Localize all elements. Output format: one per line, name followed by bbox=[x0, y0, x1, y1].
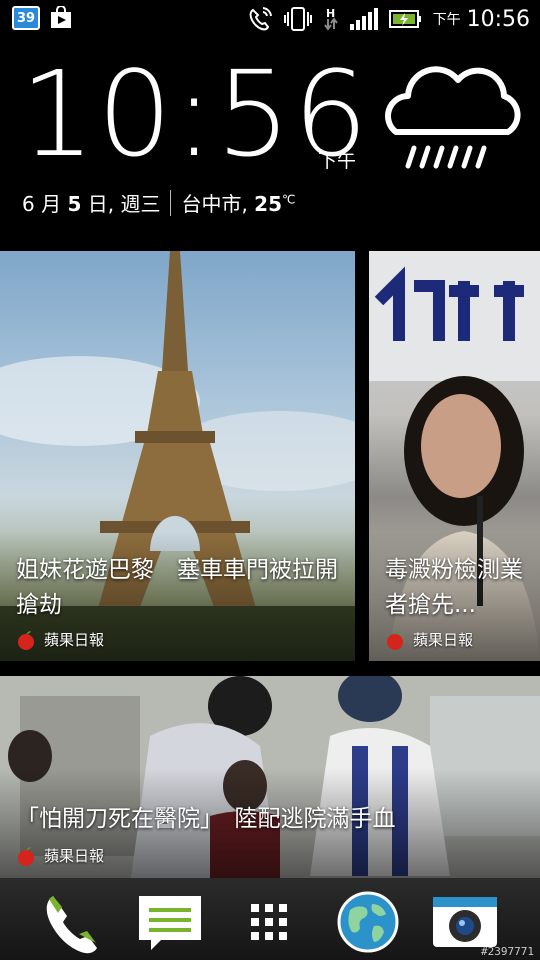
status-ampm: 下午 bbox=[432, 12, 461, 28]
signal-icon bbox=[349, 8, 378, 30]
vibrate-icon bbox=[283, 7, 312, 31]
hspa-data-icon: H bbox=[323, 7, 338, 31]
status-bar: 39 H 下午 10:56 bbox=[0, 0, 540, 38]
apple-daily-icon bbox=[18, 846, 34, 866]
apple-daily-icon bbox=[18, 630, 34, 650]
news-source: 蘋果日報 bbox=[16, 629, 104, 650]
battery-charging-icon bbox=[388, 10, 421, 28]
status-time: 10:56 bbox=[466, 6, 530, 32]
news-tile[interactable]: 「怕開刀死在醫院」 陸配逃院滿手血 蘋果日報 bbox=[0, 676, 540, 878]
date-location-line: 6 月 5 日, 週三 台中市, 25℃ bbox=[22, 188, 296, 217]
news-headline[interactable]: 毒澱粉檢測業者搶先... bbox=[385, 553, 535, 623]
news-tile[interactable]: 姐妹花遊巴黎 塞車車門被拉開搶劫 蘋果日報 bbox=[0, 251, 355, 661]
play-store-icon[interactable] bbox=[48, 6, 74, 30]
news-tile[interactable]: 毒澱粉檢測業者搶先... 蘋果日報 bbox=[369, 251, 540, 661]
rain-cloud-icon[interactable] bbox=[378, 62, 528, 182]
watermark: #2397771 bbox=[481, 945, 534, 958]
browser-globe-icon[interactable] bbox=[333, 890, 403, 954]
messages-icon[interactable] bbox=[135, 890, 205, 954]
news-headline[interactable]: 姐妹花遊巴黎 塞車車門被拉開搶劫 bbox=[16, 553, 346, 623]
dock: #2397771 bbox=[0, 878, 540, 960]
app-drawer-icon[interactable] bbox=[234, 890, 304, 954]
news-source: 蘋果日報 bbox=[385, 629, 473, 650]
call-forwarding-icon bbox=[249, 7, 272, 31]
date-text: 6 月 5 日, 週三 bbox=[22, 192, 161, 216]
phone-icon[interactable] bbox=[36, 890, 106, 954]
news-headline[interactable]: 「怕開刀死在醫院」 陸配逃院滿手血 bbox=[16, 802, 526, 837]
notification-badge[interactable]: 39 bbox=[12, 6, 40, 30]
date-separator bbox=[170, 189, 172, 216]
news-source: 蘋果日報 bbox=[16, 845, 104, 866]
clock-ampm: 下午 bbox=[318, 150, 357, 172]
location-temp[interactable]: 台中市, 25℃ bbox=[181, 188, 295, 217]
apple-daily-icon bbox=[387, 630, 403, 650]
